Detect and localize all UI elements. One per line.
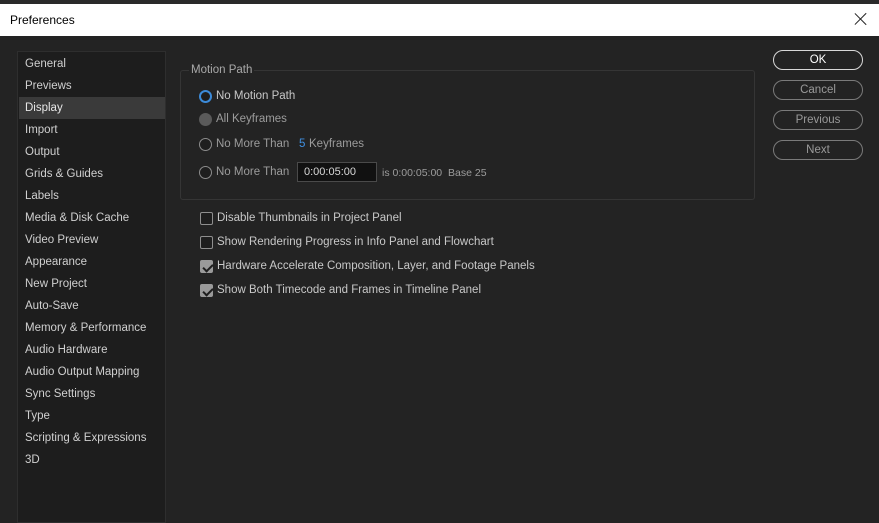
timecode-base-label: Base 25	[448, 167, 487, 179]
sidebar-item-scripting-expressions[interactable]: Scripting & Expressions	[19, 427, 165, 449]
sidebar-item-previews[interactable]: Previews	[19, 75, 165, 97]
hw-accel-checkbox[interactable]	[200, 260, 213, 273]
no-more-than-time-radio[interactable]	[199, 166, 212, 179]
timecode-is-label: is 0:00:05:00	[382, 167, 443, 179]
sidebar-item-import[interactable]: Import	[19, 119, 165, 141]
ok-button[interactable]: OK	[773, 50, 863, 70]
disable-thumbnails-label[interactable]: Disable Thumbnails in Project Panel	[217, 212, 402, 224]
show-rendering-checkbox[interactable]	[200, 236, 213, 249]
sidebar-item-labels[interactable]: Labels	[19, 185, 165, 207]
no-more-than-keyframes-label[interactable]: No More Than	[216, 138, 289, 150]
close-icon[interactable]	[851, 9, 871, 29]
sidebar: General Previews Display Import Output G…	[17, 51, 166, 523]
all-keyframes-label: All Keyframes	[216, 113, 287, 125]
sidebar-item-appearance[interactable]: Appearance	[19, 251, 165, 273]
disable-thumbnails-checkbox[interactable]	[200, 212, 213, 225]
sidebar-item-media-disk-cache[interactable]: Media & Disk Cache	[19, 207, 165, 229]
sidebar-item-sync-settings[interactable]: Sync Settings	[19, 383, 165, 405]
all-keyframes-radio	[199, 113, 212, 126]
sidebar-item-audio-hardware[interactable]: Audio Hardware	[19, 339, 165, 361]
show-rendering-label[interactable]: Show Rendering Progress in Info Panel an…	[217, 236, 494, 248]
sidebar-item-display[interactable]: Display	[19, 97, 165, 119]
keyframes-count-scrubber[interactable]: 5	[299, 138, 305, 150]
sidebar-item-output[interactable]: Output	[19, 141, 165, 163]
sidebar-item-grids-guides[interactable]: Grids & Guides	[19, 163, 165, 185]
cancel-button[interactable]: Cancel	[773, 80, 863, 100]
sidebar-item-3d[interactable]: 3D	[19, 449, 165, 471]
no-more-than-time-label[interactable]: No More Than	[216, 166, 289, 178]
no-more-than-keyframes-radio[interactable]	[199, 138, 212, 151]
preferences-dialog: General Previews Display Import Output G…	[0, 36, 879, 523]
sidebar-item-new-project[interactable]: New Project	[19, 273, 165, 295]
keyframes-unit-label: Keyframes	[309, 138, 364, 150]
window-title: Preferences	[10, 13, 75, 27]
sidebar-item-general[interactable]: General	[19, 53, 165, 75]
show-both-label[interactable]: Show Both Timecode and Frames in Timelin…	[217, 284, 481, 296]
timecode-input[interactable]: 0:00:05:00	[297, 162, 377, 182]
sidebar-item-audio-output-mapping[interactable]: Audio Output Mapping	[19, 361, 165, 383]
sidebar-item-type[interactable]: Type	[19, 405, 165, 427]
sidebar-item-video-preview[interactable]: Video Preview	[19, 229, 165, 251]
no-motion-path-radio[interactable]	[199, 90, 212, 103]
previous-button[interactable]: Previous	[773, 110, 863, 130]
sidebar-item-auto-save[interactable]: Auto-Save	[19, 295, 165, 317]
sidebar-item-memory-performance[interactable]: Memory & Performance	[19, 317, 165, 339]
title-bar: Preferences	[0, 0, 879, 36]
no-motion-path-label[interactable]: No Motion Path	[216, 90, 295, 102]
next-button[interactable]: Next	[773, 140, 863, 160]
hw-accel-label[interactable]: Hardware Accelerate Composition, Layer, …	[217, 260, 535, 272]
motion-path-title: Motion Path	[189, 64, 255, 76]
show-both-checkbox[interactable]	[200, 284, 213, 297]
